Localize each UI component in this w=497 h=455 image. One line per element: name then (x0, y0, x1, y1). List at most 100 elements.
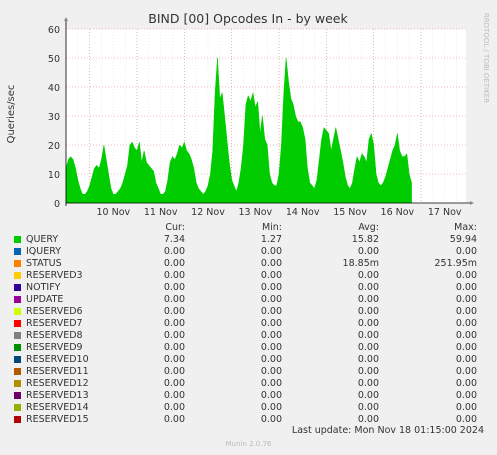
legend-cur-value: 0.00 (163, 354, 185, 365)
legend-avg-value: 0.00 (357, 246, 379, 257)
legend-avg-value: 0.00 (357, 390, 379, 401)
legend-max-value: 0.00 (455, 330, 477, 341)
plot-area: 0 10 20 30 40 50 60 10 Nov 11 Nov 12 Nov 13 Nov 14 … (48, 17, 474, 218)
munin-version: Munin 2.0.76 (225, 440, 272, 448)
legend-min-value: 0.00 (260, 318, 282, 329)
legend-row: RESERVED9 0.00 0.00 0.00 0.00 (0, 342, 497, 354)
legend-cur-value: 0.00 (163, 294, 185, 305)
legend-swatch (14, 416, 21, 423)
legend-swatch (14, 368, 21, 375)
y-tick-label: 20 (48, 141, 60, 152)
legend-row: QUERY 7.34 1.27 15.82 59.94 (0, 234, 497, 246)
legend-avg-value: 18.85m (342, 258, 379, 269)
legend-row: RESERVED6 0.00 0.00 0.00 0.00 (0, 306, 497, 318)
legend-avg-value: 0.00 (357, 378, 379, 389)
legend-row: RESERVED8 0.00 0.00 0.00 0.00 (0, 330, 497, 342)
legend-avg-value: 0.00 (357, 270, 379, 281)
chart-title: BIND [00] Opcodes In - by week (148, 11, 348, 26)
legend-swatch (14, 260, 21, 267)
header-cur: Cur: (165, 222, 185, 233)
legend-series-name: UPDATE (26, 294, 64, 305)
legend-max-value: 0.00 (455, 306, 477, 317)
legend-swatch (14, 308, 21, 315)
x-axis-arrow (470, 201, 474, 205)
legend-cur-value: 7.34 (163, 234, 185, 245)
legend-cur-value: 0.00 (163, 342, 185, 353)
legend-swatch (14, 356, 21, 363)
legend-series-name: NOTIFY (26, 282, 61, 293)
legend-min-value: 0.00 (260, 258, 282, 269)
x-tick-label: 16 Nov (381, 207, 415, 218)
y-tick-label: 40 (48, 83, 60, 94)
legend-avg-value: 0.00 (357, 306, 379, 317)
legend-min-value: 1.27 (260, 234, 282, 245)
x-tick-label: 12 Nov (191, 207, 225, 218)
legend-cur-value: 0.00 (163, 246, 185, 257)
legend-swatch (14, 332, 21, 339)
legend-swatch (14, 344, 21, 351)
legend-cur-value: 0.00 (163, 318, 185, 329)
legend-swatch (14, 284, 21, 291)
legend-row: STATUS 0.00 0.00 18.85m 251.95m (0, 258, 497, 270)
legend-min-value: 0.00 (260, 294, 282, 305)
legend-row: UPDATE 0.00 0.00 0.00 0.00 (0, 294, 497, 306)
legend-cur-value: 0.00 (163, 282, 185, 293)
x-tick-label: 17 Nov (428, 207, 462, 218)
legend-max-value: 0.00 (455, 378, 477, 389)
legend-max-value: 0.00 (455, 366, 477, 377)
legend-max-value: 0.00 (455, 390, 477, 401)
legend-series-name: RESERVED7 (26, 318, 83, 329)
x-tick-label: 11 Nov (144, 207, 178, 218)
legend-row: RESERVED12 0.00 0.00 0.00 0.00 (0, 378, 497, 390)
legend-series-name: RESERVED14 (26, 402, 89, 413)
x-tick-label: 10 Nov (97, 207, 131, 218)
legend-min-value: 0.00 (260, 306, 282, 317)
legend-row: RESERVED14 0.00 0.00 0.00 0.00 (0, 402, 497, 414)
legend-avg-value: 15.82 (351, 234, 379, 245)
legend-min-value: 0.00 (260, 390, 282, 401)
chart: BIND [00] Opcodes In - by week Queries/s… (6, 11, 490, 218)
legend-cur-value: 0.00 (163, 378, 185, 389)
legend-min-value: 0.00 (260, 330, 282, 341)
y-axis-label: Queries/sec (6, 85, 17, 144)
legend-series-name: RESERVED12 (26, 378, 89, 389)
legend-cur-value: 0.00 (163, 366, 185, 377)
x-tick-label: 15 Nov (333, 207, 367, 218)
legend-avg-value: 0.00 (357, 366, 379, 377)
legend-avg-value: 0.00 (357, 330, 379, 341)
legend-min-value: 0.00 (260, 270, 282, 281)
legend-avg-value: 0.00 (357, 318, 379, 329)
legend-cur-value: 0.00 (163, 270, 185, 281)
legend-swatch (14, 296, 21, 303)
legend-max-value: 0.00 (455, 270, 477, 281)
legend-min-value: 0.00 (260, 354, 282, 365)
legend-cur-value: 0.00 (163, 414, 185, 425)
legend-max-value: 0.00 (455, 402, 477, 413)
legend-min-value: 0.00 (260, 378, 282, 389)
legend-cur-value: 0.00 (163, 402, 185, 413)
legend-series-name: QUERY (26, 234, 59, 245)
legend-series-name: IQUERY (26, 246, 62, 257)
legend-max-value: 0.00 (455, 282, 477, 293)
legend-max-value: 0.00 (455, 294, 477, 305)
y-tick-label: 60 (48, 25, 60, 36)
legend-avg-value: 0.00 (357, 342, 379, 353)
legend-swatch (14, 248, 21, 255)
legend-series-name: RESERVED13 (26, 390, 89, 401)
legend-row: RESERVED10 0.00 0.00 0.00 0.00 (0, 354, 497, 366)
legend-row: RESERVED3 0.00 0.00 0.00 0.00 (0, 270, 497, 282)
legend-series-name: RESERVED8 (26, 330, 83, 341)
header-avg: Avg: (358, 222, 379, 233)
x-tick-label: 13 Nov (239, 207, 273, 218)
legend-series-name: RESERVED15 (26, 414, 89, 425)
legend-series-name: RESERVED9 (26, 342, 83, 353)
legend-cur-value: 0.00 (163, 330, 185, 341)
legend-min-value: 0.00 (260, 366, 282, 377)
legend-avg-value: 0.00 (357, 282, 379, 293)
legend-max-value: 59.94 (449, 234, 477, 245)
legend-swatch (14, 236, 21, 243)
legend-swatch (14, 404, 21, 411)
legend-min-value: 0.00 (260, 342, 282, 353)
legend-max-value: 0.00 (455, 354, 477, 365)
legend-max-value: 0.00 (455, 342, 477, 353)
